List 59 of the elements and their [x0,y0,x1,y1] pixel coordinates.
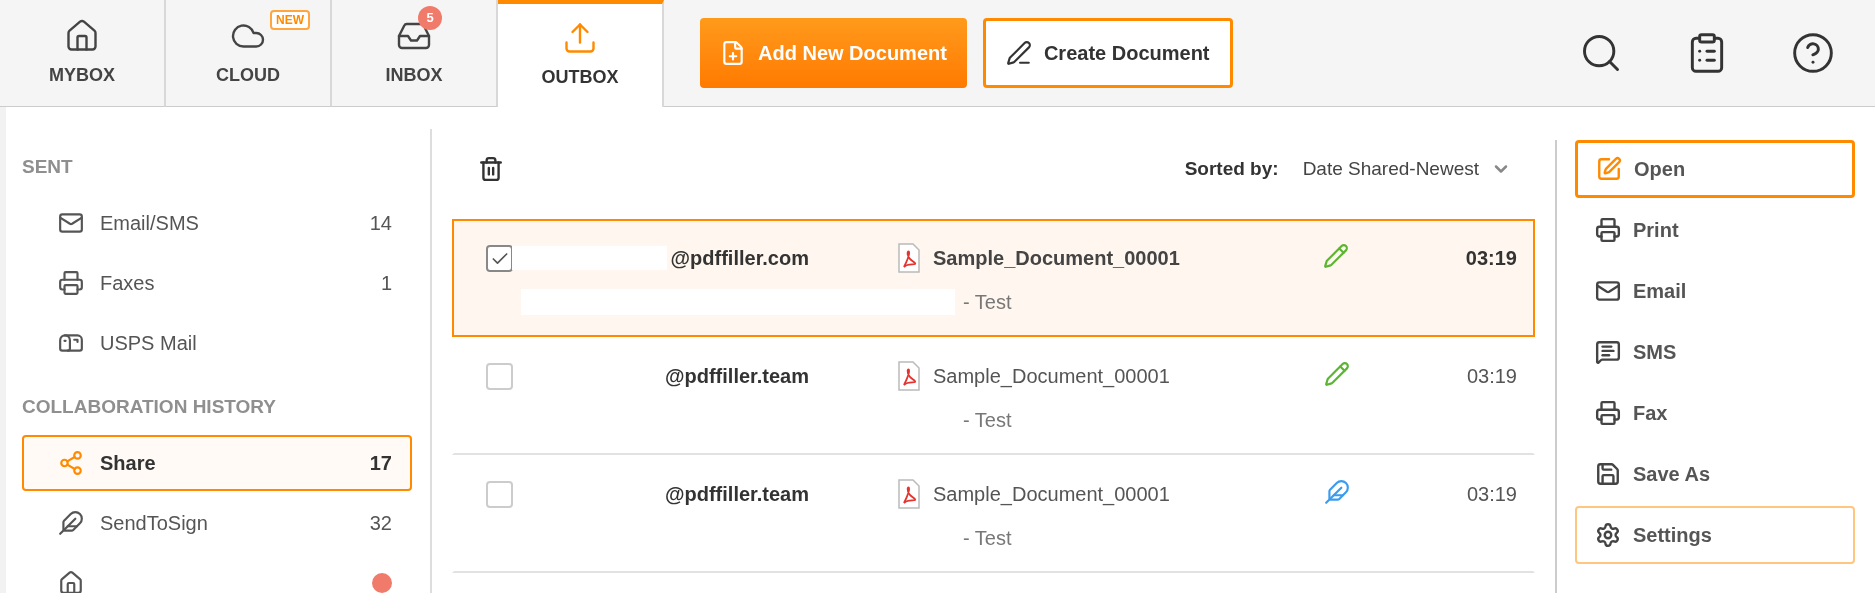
document-name: Sample_Document_00001 [933,364,1170,390]
sidebar-item[interactable]: Faxes 1 [22,255,412,311]
sort-label: Sorted by: [1184,156,1279,181]
feather-icon [58,510,84,536]
section-heading: COLLABORATION HISTORY [22,395,278,419]
chat-icon [1595,339,1621,365]
feather-icon [1323,479,1350,505]
action-item[interactable]: Email [1575,262,1855,320]
envelope-icon [58,210,84,236]
action-item[interactable]: Fax [1575,384,1855,442]
action-item[interactable]: Open [1575,140,1855,198]
document-name: Sample_Document_00001 [933,246,1180,271]
printer-icon [1595,217,1621,243]
pencil-icon [1323,361,1350,387]
document-row[interactable]: @pdffiller.team Sample_Document_00001 - Test 03:19 [452,337,1535,455]
sidebar-item[interactable]: USPS Mail [22,315,412,371]
pencil-icon [1322,243,1349,269]
sender-email: @pdffiller.team [665,364,809,389]
document-note: - Test [963,408,1012,433]
action-item[interactable]: Print [1575,201,1855,259]
sender-email: @pdffiller.team [665,482,809,507]
document-note: - Test [963,526,1012,551]
sender-email: @pdffiller.com [670,246,809,271]
edit-icon [1596,156,1622,182]
document-row[interactable]: @pdffiller.team Sample_Document_00001 - Test 03:19 [452,455,1535,573]
document-name: Sample_Document_00001 [933,482,1170,508]
time-label: 03:19 [1465,246,1517,271]
settings-icon [1595,522,1621,548]
pen-icon [1005,40,1032,66]
sidebar-item[interactable]: Email/SMS 14 [22,195,412,251]
time-label: 03:19 [1466,364,1517,389]
pdf-file-icon [897,243,921,273]
document-note: - Test [963,290,1012,315]
row-checkbox[interactable] [486,481,513,508]
home-icon [64,17,100,54]
create-document-button[interactable]: Create Document [982,18,1233,88]
sidebar-item[interactable]: Share 17 [22,435,412,491]
share-icon [58,450,84,476]
pdf-file-icon [897,479,921,509]
action-item[interactable]: Save As [1575,445,1855,503]
new-badge: NEW [270,9,310,30]
sidebar-item[interactable]: SendToSign 32 [22,495,412,551]
envelope-icon [1595,278,1621,304]
trash-icon[interactable] [478,156,504,182]
time-label: 03:19 [1466,482,1517,507]
help-icon[interactable] [1791,31,1835,75]
count-badge: 5 [418,5,442,30]
file-plus-icon [720,40,746,66]
row-checkbox[interactable] [486,245,513,272]
section-heading: SENT [22,155,74,179]
action-item[interactable]: SMS [1575,323,1855,381]
action-item[interactable]: Settings [1575,506,1855,564]
outbox-tray-icon [562,20,598,56]
row-checkbox[interactable] [486,363,513,390]
document-row[interactable]: @pdffiller.com Sample_Document_00001 - Test 03:19 [452,219,1535,337]
pdf-file-icon [897,361,921,391]
sort-dropdown[interactable]: Date Shared-Newest [1302,154,1511,184]
nav-tab[interactable]: OUTBOX [498,0,664,107]
house-icon [58,570,84,593]
